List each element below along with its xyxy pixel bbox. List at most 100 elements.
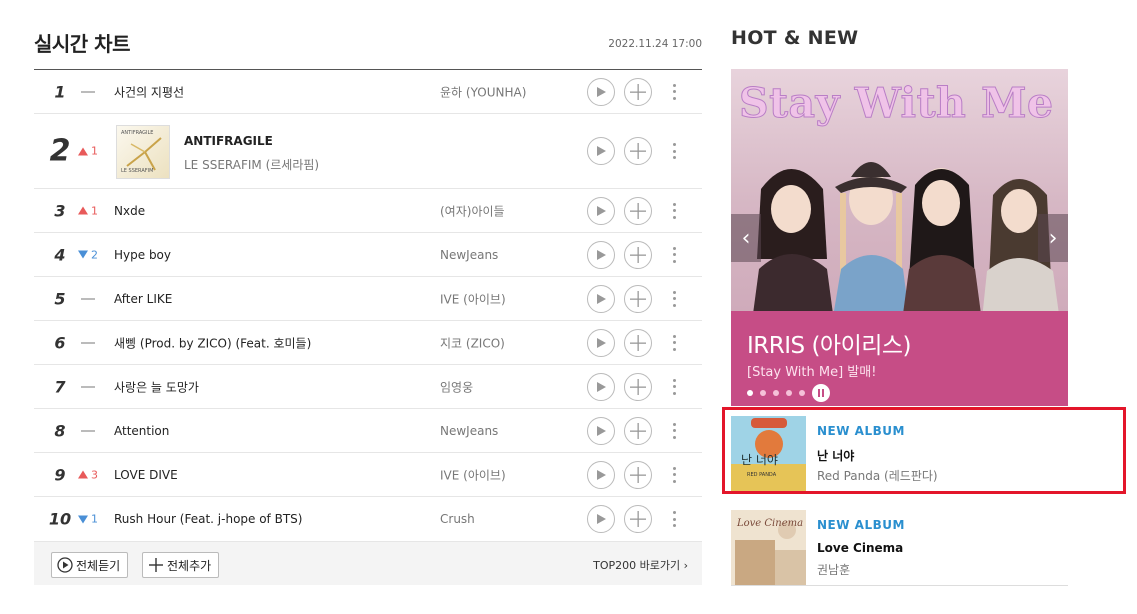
- top200-link[interactable]: TOP200 바로가기 ›: [593, 557, 688, 573]
- play-icon: [597, 514, 606, 524]
- song-title[interactable]: Hype boy: [114, 248, 171, 262]
- play-button[interactable]: [587, 240, 615, 269]
- album-artist[interactable]: 권남훈: [817, 561, 850, 578]
- rank-change-value: 1: [91, 512, 98, 526]
- plus-icon: [630, 334, 646, 351]
- plus-icon: [630, 83, 646, 100]
- plus-icon: [630, 466, 646, 483]
- add-button[interactable]: [624, 137, 652, 165]
- arrow-up-icon: [78, 206, 88, 215]
- song-artist[interactable]: LE SSERAFIM (르세라핌): [184, 156, 319, 173]
- chart-row-1: 1 사건의 지평선 윤하 (YOUNHA): [34, 70, 702, 114]
- add-button[interactable]: [624, 416, 652, 445]
- add-button[interactable]: [624, 240, 652, 269]
- add-button[interactable]: [624, 328, 652, 357]
- rank-change-up: 1: [78, 204, 108, 217]
- chart-row-10: 10 1 Rush Hour (Feat. j-hope of BTS) Cru…: [34, 497, 702, 541]
- play-button[interactable]: [587, 416, 615, 445]
- add-all-button[interactable]: 전체추가: [142, 552, 220, 578]
- add-button[interactable]: [624, 505, 652, 533]
- more-options-button[interactable]: [670, 465, 678, 485]
- song-title[interactable]: After LIKE: [114, 292, 172, 306]
- play-button[interactable]: [587, 505, 615, 533]
- add-button[interactable]: [624, 77, 652, 106]
- add-button[interactable]: [624, 284, 652, 313]
- promo-banner[interactable]: Stay With Me ‹ › IRRIS (아이리스) [Stay With…: [731, 69, 1068, 406]
- play-icon: [597, 293, 606, 304]
- play-button[interactable]: [587, 372, 615, 401]
- more-options-button[interactable]: [670, 377, 678, 397]
- arrow-up-icon: [78, 470, 88, 479]
- highlight-box: [722, 407, 1126, 494]
- album-title[interactable]: Love Cinema: [817, 541, 903, 555]
- chart-title[interactable]: 실시간 차트: [34, 28, 130, 57]
- carousel-dot[interactable]: [786, 390, 792, 396]
- play-icon: [597, 469, 606, 480]
- carousel-prev-button[interactable]: ‹: [731, 214, 761, 262]
- rank-change-up: 1: [78, 145, 108, 158]
- more-options-button[interactable]: [670, 509, 678, 529]
- rank-change-value: 1: [91, 204, 98, 217]
- song-artist[interactable]: 임영웅: [440, 378, 473, 395]
- album-cover[interactable]: ANTIFRAGILE LE SSERAFIM: [116, 125, 170, 179]
- play-icon: [597, 205, 606, 216]
- pause-icon[interactable]: [812, 384, 830, 402]
- play-button[interactable]: [587, 328, 615, 357]
- album-cover[interactable]: Love Cinema: [731, 510, 806, 585]
- play-button[interactable]: [587, 460, 615, 489]
- carousel-dot[interactable]: [760, 390, 766, 396]
- carousel-dot[interactable]: [747, 390, 753, 396]
- carousel-next-button[interactable]: ›: [1038, 214, 1068, 262]
- song-title[interactable]: 사건의 지평선: [114, 83, 184, 100]
- song-title[interactable]: Nxde: [114, 204, 145, 218]
- carousel-dot[interactable]: [799, 390, 805, 396]
- new-album-label: NEW ALBUM: [817, 518, 905, 532]
- more-options-button[interactable]: [670, 82, 678, 102]
- song-title[interactable]: Rush Hour (Feat. j-hope of BTS): [114, 512, 302, 526]
- play-button[interactable]: [587, 137, 615, 165]
- song-title[interactable]: Attention: [114, 424, 169, 438]
- more-options-button[interactable]: [670, 289, 678, 309]
- add-button[interactable]: [624, 196, 652, 225]
- song-artist[interactable]: (여자)아이들: [440, 202, 505, 219]
- play-all-button[interactable]: 전체듣기: [51, 552, 129, 578]
- song-artist[interactable]: 윤하 (YOUNHA): [440, 83, 526, 100]
- banner-headline: Stay With Me: [739, 79, 1054, 128]
- plus-icon: [630, 143, 646, 159]
- chart-row-5: 5 After LIKE IVE (아이브): [34, 277, 702, 321]
- plus-icon: [149, 558, 163, 572]
- rank-change-none: [78, 341, 108, 344]
- song-title[interactable]: 새삥 (Prod. by ZICO) (Feat. 호미들): [114, 334, 311, 351]
- new-album-item[interactable]: Love Cinema NEW ALBUM Love Cinema 권남훈: [731, 500, 1068, 586]
- more-options-button[interactable]: [670, 141, 678, 161]
- group-photo: [751, 162, 1061, 329]
- more-options-button[interactable]: [670, 245, 678, 265]
- carousel-dot[interactable]: [773, 390, 779, 396]
- play-button[interactable]: [587, 196, 615, 225]
- chart-row-9: 9 3 LOVE DIVE IVE (아이브): [34, 453, 702, 497]
- add-button[interactable]: [624, 372, 652, 401]
- page: 실시간 차트 2022.11.24 17:00 1 사건의 지평선 윤하 (YO…: [0, 0, 1137, 614]
- more-options-button[interactable]: [670, 201, 678, 221]
- arrow-up-icon: [78, 147, 88, 155]
- more-options-button[interactable]: [670, 333, 678, 353]
- song-artist[interactable]: IVE (아이브): [440, 466, 506, 483]
- song-artist[interactable]: 지코 (ZICO): [440, 334, 505, 351]
- rank-change-none: [78, 385, 108, 388]
- chart-row-3: 3 1 Nxde (여자)아이들: [34, 189, 702, 233]
- song-title[interactable]: ANTIFRAGILE: [184, 134, 273, 148]
- more-options-button[interactable]: [670, 421, 678, 441]
- no-change-icon: [81, 297, 95, 300]
- song-artist[interactable]: NewJeans: [440, 248, 498, 262]
- arrow-down-icon: [78, 250, 88, 259]
- add-button[interactable]: [624, 460, 652, 489]
- rank-change-none: [78, 297, 108, 300]
- plus-icon: [630, 246, 646, 263]
- play-button[interactable]: [587, 77, 615, 106]
- song-artist[interactable]: Crush: [440, 512, 475, 526]
- song-artist[interactable]: IVE (아이브): [440, 290, 506, 307]
- play-button[interactable]: [587, 284, 615, 313]
- song-artist[interactable]: NewJeans: [440, 424, 498, 438]
- song-title[interactable]: 사랑은 늘 도망가: [114, 378, 199, 395]
- song-title[interactable]: LOVE DIVE: [114, 468, 178, 482]
